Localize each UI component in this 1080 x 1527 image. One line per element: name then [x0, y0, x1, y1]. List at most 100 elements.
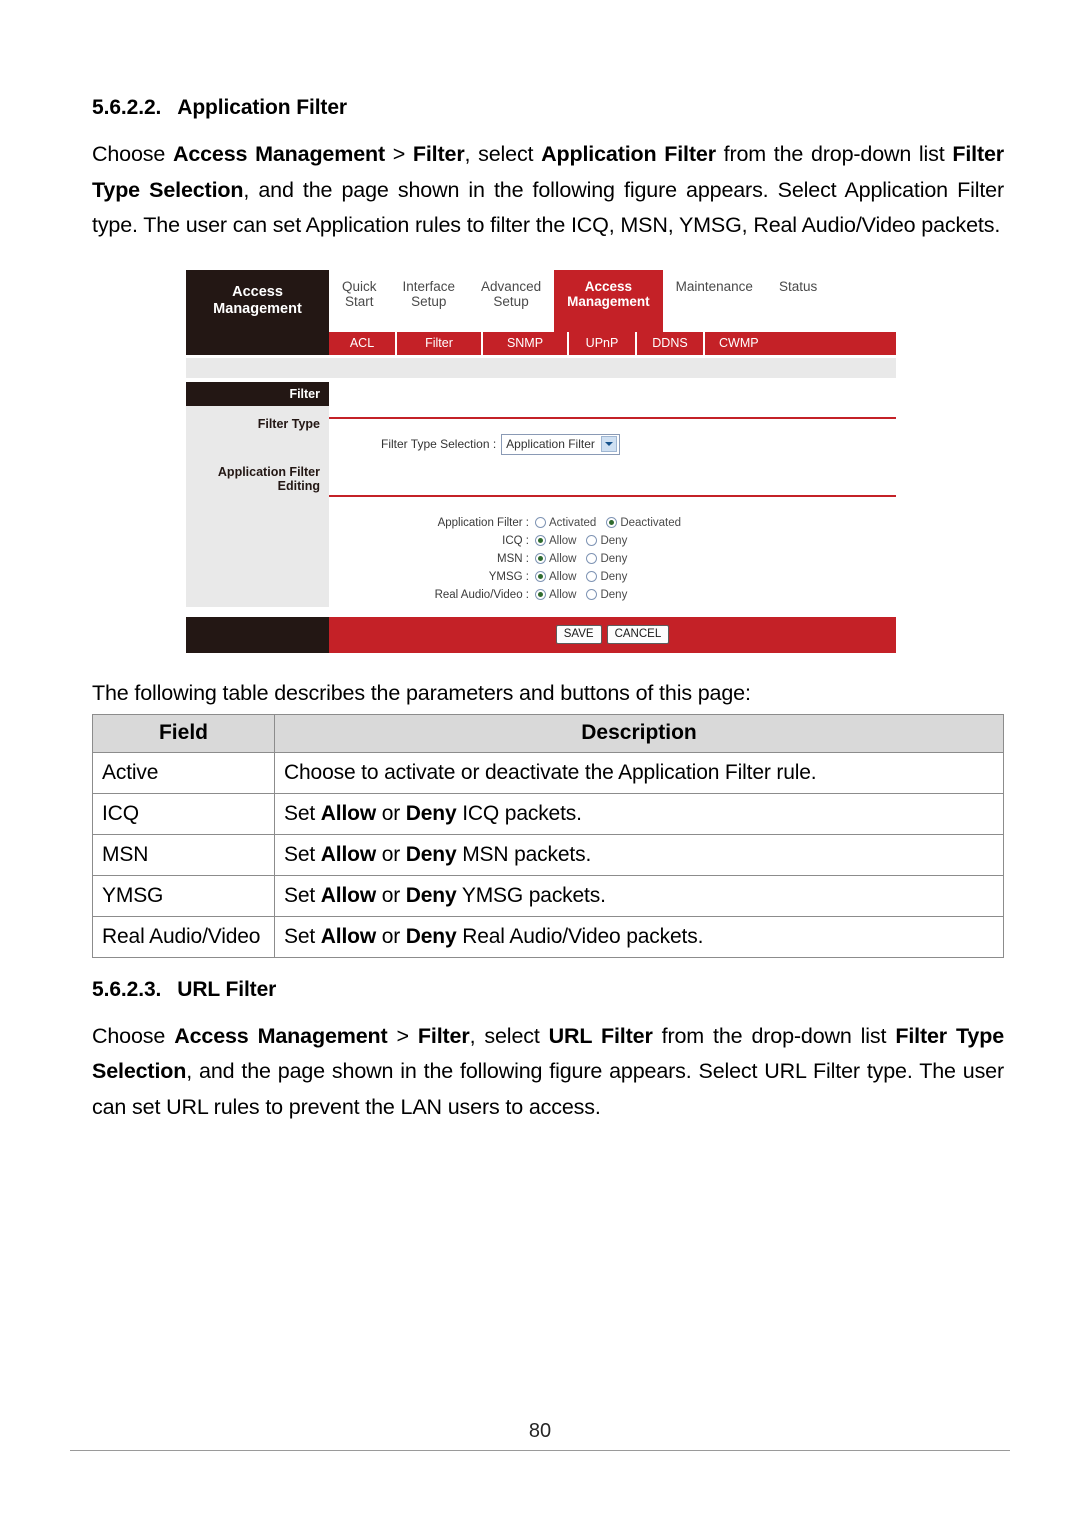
cell-field: Active [92, 751, 275, 794]
row-msn: MSN : Allow Deny [339, 553, 896, 565]
radio-msn-allow[interactable]: Allow [535, 553, 576, 565]
document-page: 5.6.2.2. Application Filter Choose Access… [0, 0, 1080, 1527]
radio-ymsg-allow[interactable]: Allow [535, 571, 576, 583]
footer-divider [70, 1450, 1010, 1451]
cell-description: Set Allow or Deny ICQ packets. [274, 792, 1004, 835]
filter-type-label: Filter Type Selection : [381, 437, 497, 451]
figure-main-panel: Filter Type Selection : Application Filt… [329, 381, 896, 607]
tab-interface-setup[interactable]: Interface Setup [390, 270, 469, 332]
section-title: URL Filter [177, 977, 277, 1001]
radio-msn-deny[interactable]: Deny [586, 553, 627, 565]
label-icq: ICQ : [502, 534, 529, 547]
figure-navbar: Access Management Quick Start Interface … [186, 269, 896, 332]
parameters-table: Field Description Active Choose to activ… [92, 713, 1004, 958]
radio-label: Allow [549, 552, 577, 565]
row-real-audio-video: Real Audio/Video : Allow Deny [339, 589, 896, 601]
save-button[interactable]: SAVE [555, 625, 602, 644]
radio-label: Allow [549, 570, 577, 583]
radio-application-filter-deactivated[interactable]: Deactivated [606, 517, 681, 529]
cell-description: Choose to activate or deactivate the App… [274, 751, 1004, 794]
page-content: 5.6.2.2. Application Filter Choose Access… [92, 96, 1004, 1125]
tab-maintenance[interactable]: Maintenance [663, 270, 766, 332]
cell-description: Set Allow or Deny Real Audio/Video packe… [274, 915, 1004, 958]
brand-label: Access Management [186, 269, 329, 332]
tab-advanced-setup[interactable]: Advanced Setup [468, 270, 554, 332]
cancel-button[interactable]: CANCEL [606, 625, 670, 644]
radio-dot-icon [535, 517, 546, 528]
subtab-upnp[interactable]: UPnP [569, 331, 637, 355]
sub-tab-list: ACL Filter SNMP UPnP DDNS CWMP [329, 331, 896, 355]
table-row: MSN Set Allow or Deny MSN packets. [92, 833, 1004, 876]
table-intro-text: The following table describes the parame… [92, 680, 751, 705]
radio-dot-icon [586, 535, 598, 546]
section-paragraph-url-filter: Choose Access Management > Filter, selec… [92, 1023, 1004, 1119]
radio-icq-allow[interactable]: Allow [535, 535, 576, 547]
page-title-url-filter: 5.6.2.3. URL Filter [92, 978, 1004, 1002]
divider-filter-type [329, 416, 896, 419]
row-icq: ICQ : Allow Deny [339, 535, 896, 547]
cell-description: Set Allow or Deny MSN packets. [274, 833, 1004, 876]
sidebar-label-filter-type: Filter Type [257, 416, 320, 431]
sidebar-title-filter: Filter [186, 381, 329, 406]
cell-field: ICQ [92, 792, 275, 835]
radio-dot-icon [535, 589, 546, 600]
router-ui-figure: Access Management Quick Start Interface … [186, 269, 896, 653]
tab-access-management[interactable]: Access Management [554, 269, 663, 332]
radio-label: Deny [600, 534, 628, 547]
label-application-filter: Application Filter : [437, 516, 529, 529]
subtab-filter[interactable]: Filter [397, 331, 483, 355]
section-title: Application Filter [177, 96, 347, 119]
radio-application-filter-activated[interactable]: Activated [535, 517, 596, 529]
sidebar-label-application-filter-editing: Application Filter Editing [217, 464, 320, 493]
radio-real-audio-video-allow[interactable]: Allow [535, 589, 576, 601]
radio-label: Deny [600, 552, 628, 565]
section-paragraph: Choose Access Management > Filter, selec… [92, 142, 1005, 237]
row-application-filter: Application Filter : Activated Deactivat… [339, 517, 896, 529]
subtab-ddns[interactable]: DDNS [637, 331, 705, 355]
radio-label: Activated [549, 516, 597, 529]
tab-quick-start[interactable]: Quick Start [329, 270, 390, 332]
radio-label: Allow [549, 588, 577, 601]
subtab-cwmp[interactable]: CWMP [705, 332, 896, 355]
table-row: ICQ Set Allow or Deny ICQ packets. [92, 792, 1004, 835]
radio-real-audio-video-deny[interactable]: Deny [586, 589, 627, 601]
figure-subtab-bar: ACL Filter SNMP UPnP DDNS CWMP [186, 331, 896, 355]
label-msn: MSN : [497, 552, 529, 565]
cell-field: Real Audio/Video [92, 915, 275, 958]
page-title: 5.6.2.2. Application Filter [92, 96, 1004, 120]
radio-label: Deny [600, 588, 628, 601]
label-real-audio-video: Real Audio/Video : [434, 588, 529, 601]
figure-body: Filter Filter Type Application Filter Ed… [186, 381, 896, 607]
page-footer: 80 [70, 1418, 1010, 1451]
figure-footer: SAVE CANCEL [186, 616, 896, 653]
tab-status[interactable]: Status [766, 270, 830, 332]
section-number: 5.6.2.2. [92, 96, 162, 119]
radio-label: Deny [600, 570, 628, 583]
table-row: Real Audio/Video Set Allow or Deny Real … [92, 915, 1004, 958]
section-number: 5.6.2.3. [92, 977, 162, 1001]
radio-icq-deny[interactable]: Deny [586, 535, 627, 547]
row-ymsg: YMSG : Allow Deny [339, 571, 896, 583]
column-header-description: Description [274, 713, 1004, 753]
radio-label: Deactivated [620, 516, 682, 529]
cell-field: YMSG [92, 874, 275, 917]
radio-dot-icon [586, 589, 598, 600]
table-row: YMSG Set Allow or Deny YMSG packets. [92, 874, 1004, 917]
radio-dot-icon [535, 553, 546, 564]
figure-sidebar: Filter Filter Type Application Filter Ed… [186, 381, 329, 607]
page-number: 80 [528, 1420, 552, 1442]
column-header-field: Field [92, 713, 275, 753]
subtab-snmp[interactable]: SNMP [483, 331, 569, 355]
filter-type-select[interactable]: Application Filter [501, 433, 620, 455]
radio-dot-icon [586, 553, 598, 564]
radio-label: Allow [549, 534, 577, 547]
table-header-row: Field Description [92, 713, 1004, 753]
subtab-acl[interactable]: ACL [329, 331, 397, 355]
figure-gap-strip [186, 357, 896, 378]
radio-dot-icon [535, 571, 546, 582]
table-row: Active Choose to activate or deactivate … [92, 751, 1004, 794]
divider-application-filter-editing [329, 494, 896, 497]
radio-ymsg-deny[interactable]: Deny [586, 571, 627, 583]
filter-type-select-value: Application Filter [506, 436, 595, 451]
chevron-down-icon [600, 435, 617, 452]
